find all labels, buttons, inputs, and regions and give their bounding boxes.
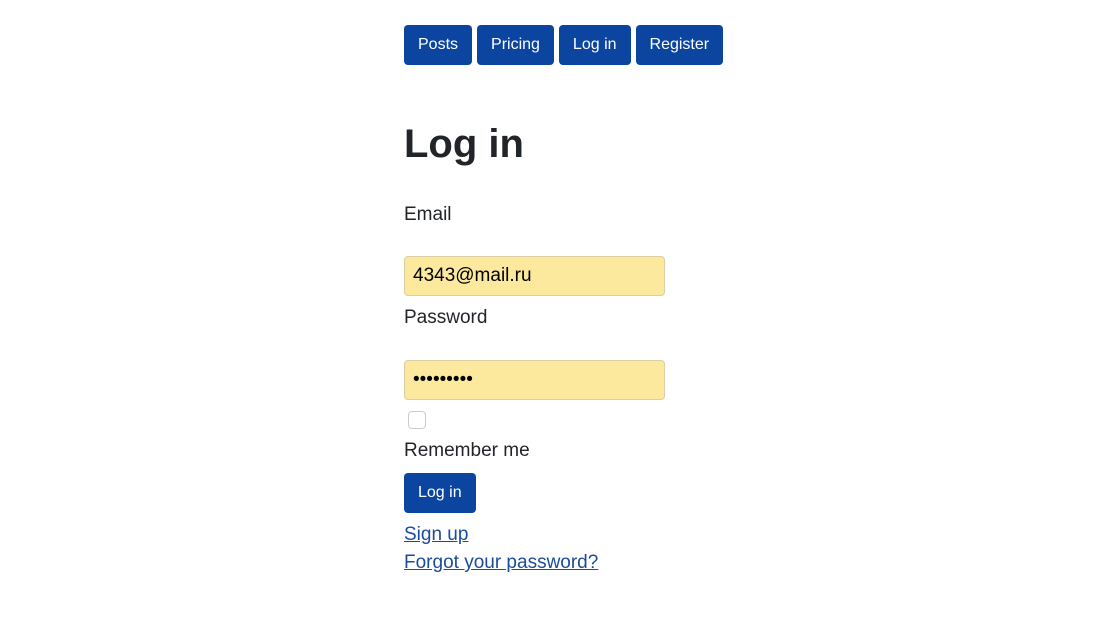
email-label: Email bbox=[404, 204, 452, 225]
remember-me-label: Remember me bbox=[404, 440, 530, 461]
email-field[interactable] bbox=[404, 256, 665, 296]
login-submit-button[interactable]: Log in bbox=[404, 473, 476, 513]
password-field[interactable] bbox=[404, 360, 665, 400]
nav-pricing-button[interactable]: Pricing bbox=[477, 25, 554, 65]
remember-me-checkbox[interactable] bbox=[408, 411, 426, 429]
top-nav: Posts Pricing Log in Register bbox=[404, 25, 724, 65]
forgot-password-link[interactable]: Forgot your password? bbox=[404, 551, 598, 575]
password-label: Password bbox=[404, 307, 488, 328]
nav-register-button[interactable]: Register bbox=[635, 25, 724, 65]
sign-up-link[interactable]: Sign up bbox=[404, 523, 468, 547]
page-title: Log in bbox=[404, 122, 524, 166]
nav-posts-button[interactable]: Posts bbox=[404, 25, 473, 65]
nav-login-button[interactable]: Log in bbox=[558, 25, 631, 65]
